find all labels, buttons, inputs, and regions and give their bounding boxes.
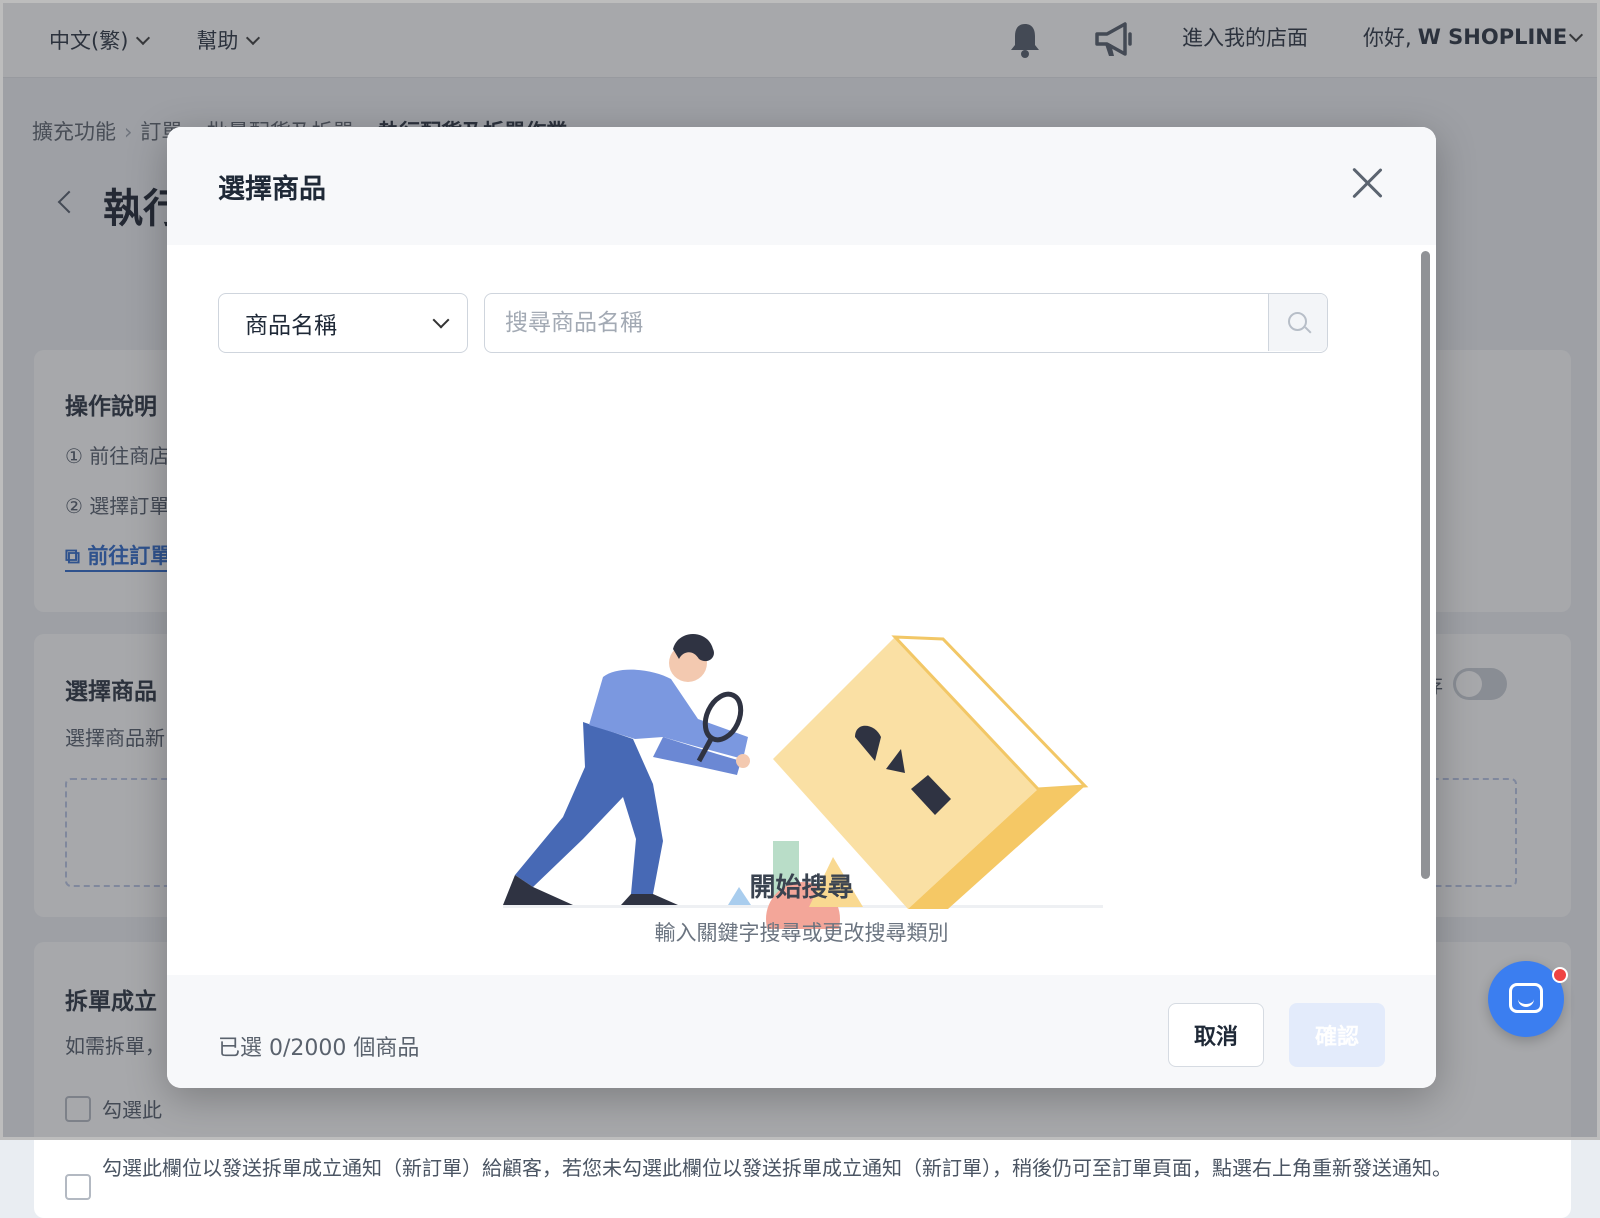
selected-count: 已選 0/2000 個商品 <box>218 1036 420 1061</box>
empty-state-subtitle: 輸入關鍵字搜尋或更改搜尋類別 <box>654 921 949 945</box>
close-icon[interactable] <box>1349 165 1385 201</box>
chat-notification-dot <box>1552 967 1568 983</box>
search-illustration <box>503 634 1103 929</box>
select-products-modal: 選擇商品 商品名稱 搜尋商品名稱 開始搜尋 輸入關鍵字搜尋或更改搜尋類別 已選 … <box>167 127 1436 1088</box>
cancel-button[interactable]: 取消 <box>1168 1003 1264 1067</box>
search-button[interactable] <box>1268 294 1327 351</box>
modal-scrollbar[interactable] <box>1421 251 1430 1011</box>
search-input[interactable] <box>485 294 1267 351</box>
chevron-down-icon <box>432 311 450 329</box>
app-window: 擴充功能›訂單›批量配貨及拆單›執行配貨及拆單作業 執行配貨及拆單作業 操作說明… <box>0 0 1600 1218</box>
modal-footer: 已選 0/2000 個商品 取消 確認 <box>167 975 1436 1088</box>
chat-icon <box>1509 983 1543 1013</box>
modal-title: 選擇商品 <box>218 174 326 205</box>
modal-header: 選擇商品 <box>167 127 1436 245</box>
scrollbar-thumb[interactable] <box>1421 251 1430 879</box>
search-icon <box>1288 312 1307 331</box>
split-option-2-label: 勾選此欄位以發送拆單成立通知（新訂單）給顧客，若您未勾選此欄位以發送拆單成立通知… <box>102 1156 1452 1180</box>
empty-state-title: 開始搜尋 <box>749 873 854 903</box>
product-search-box <box>484 293 1328 353</box>
search-category-select[interactable]: 商品名稱 <box>218 293 468 353</box>
split-option-2-checkbox[interactable] <box>65 1174 91 1200</box>
confirm-button[interactable]: 確認 <box>1289 1003 1385 1067</box>
